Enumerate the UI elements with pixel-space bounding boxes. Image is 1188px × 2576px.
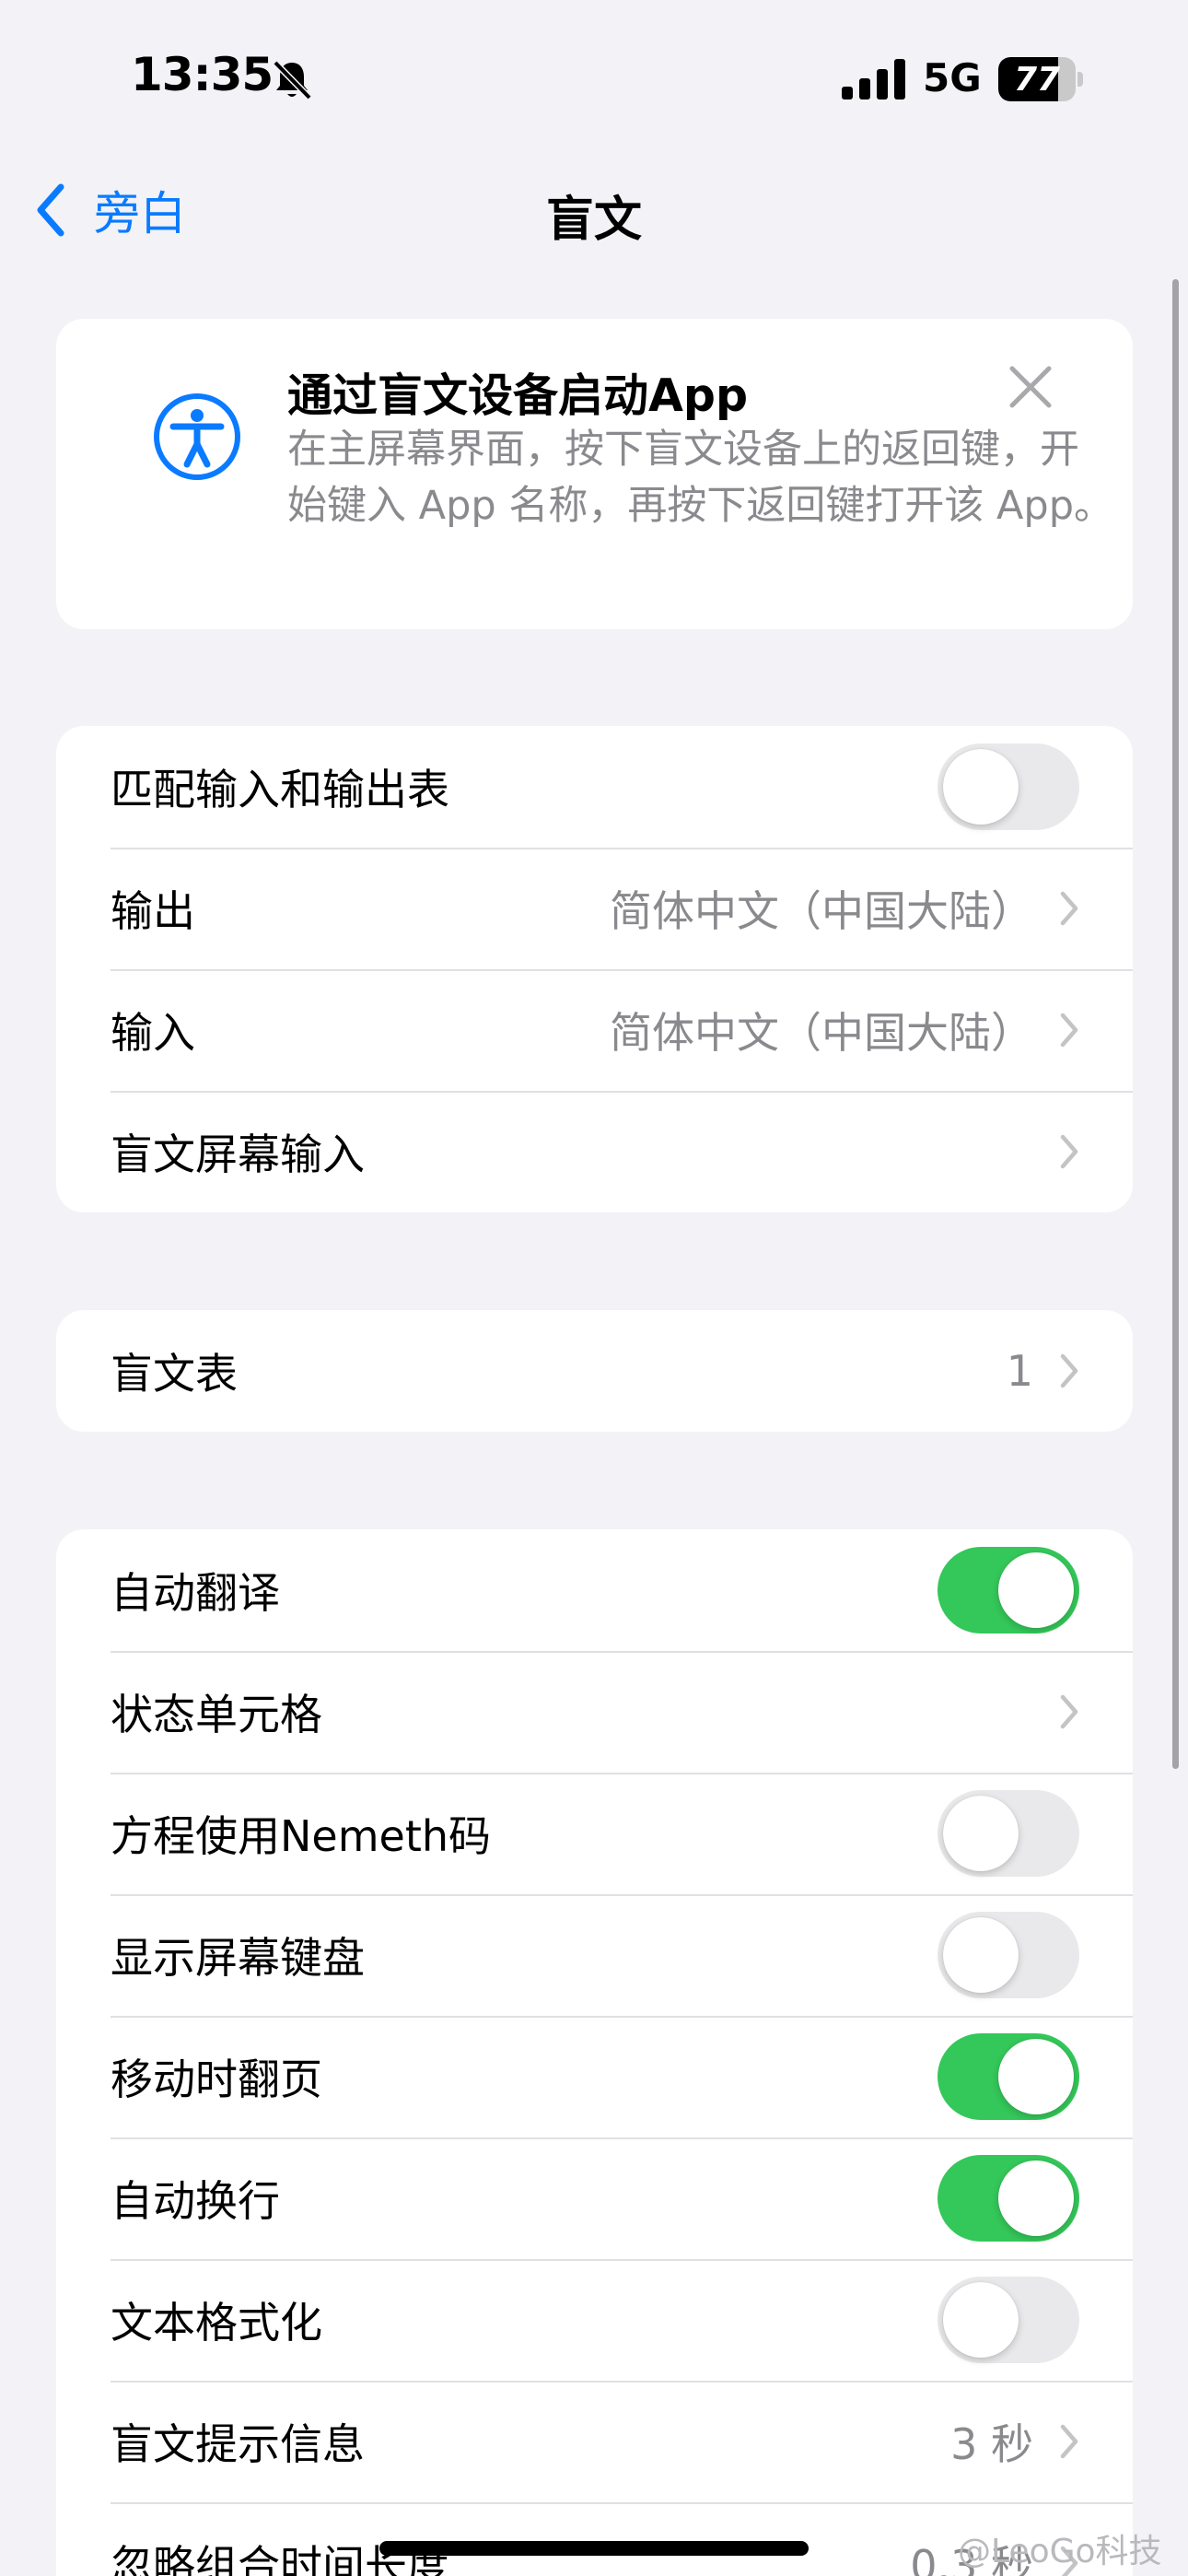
row-input[interactable]: 输入 简体中文（中国大陆）	[56, 969, 1133, 1091]
row-braille-tables[interactable]: 盲文表 1	[56, 1310, 1133, 1432]
auto-translate-toggle[interactable]	[938, 1547, 1079, 1633]
row-nemeth-code: 方程使用Nemeth码	[56, 1773, 1133, 1894]
braille-options-group: 自动翻译 状态单元格 方程使用Nemeth码 显示屏幕键盘 移动时翻页 自动换行…	[56, 1529, 1133, 2576]
row-auto-translate: 自动翻译	[56, 1529, 1133, 1651]
row-match-tables: 匹配输入和输出表	[56, 726, 1133, 848]
row-alert-messages[interactable]: 盲文提示信息 3 秒	[56, 2381, 1133, 2502]
banner-body: 在主屏幕界面，按下盲文设备上的返回键，开始键入 App 名称，再按下返回键打开该…	[287, 427, 1114, 529]
braille-table-group: 盲文表 1	[56, 1310, 1133, 1432]
battery-icon: 77	[998, 57, 1083, 101]
row-text-formatting: 文本格式化	[56, 2259, 1133, 2381]
battery-percentage: 77	[1013, 61, 1061, 99]
row-output[interactable]: 输出 简体中文（中国大陆）	[56, 848, 1133, 969]
row-value: 简体中文（中国大陆）	[610, 886, 1033, 936]
row-label: 盲文屏幕输入	[111, 1130, 365, 1179]
chevron-right-icon	[1060, 1694, 1078, 1729]
page-title: 盲文	[545, 193, 642, 248]
status-time: 13:35	[131, 48, 274, 101]
row-value: 3 秒	[950, 2419, 1033, 2469]
row-label: 文本格式化	[111, 2298, 322, 2348]
row-label: 盲文表	[111, 1349, 238, 1399]
row-braille-screen-input[interactable]: 盲文屏幕输入	[56, 1091, 1133, 1212]
row-label: 匹配输入和输出表	[111, 765, 449, 814]
banner-title: 通过盲文设备启动App	[287, 369, 749, 422]
turn-pages-toggle[interactable]	[938, 2033, 1079, 2120]
word-wrap-toggle[interactable]	[938, 2155, 1079, 2242]
row-label: 自动翻译	[111, 1568, 280, 1618]
accessibility-icon	[154, 393, 240, 480]
settings-screen: 13:35 5G 77 旁白 盲文 通过盲文设备启动App 在主屏幕界面，按下盲…	[0, 0, 1188, 2576]
cellular-signal-icon	[842, 59, 905, 100]
onscreen-keyboard-toggle[interactable]	[938, 1912, 1079, 1998]
home-indicator[interactable]	[379, 2541, 809, 2556]
chevron-right-icon	[1060, 1013, 1078, 1048]
row-label: 显示屏幕键盘	[111, 1933, 365, 1983]
nemeth-code-toggle[interactable]	[938, 1790, 1079, 1877]
row-label: 输入	[111, 1008, 195, 1058]
watermark: @LeoGo科技	[958, 2533, 1162, 2570]
text-formatting-toggle[interactable]	[938, 2277, 1079, 2363]
row-value: 1	[1006, 1346, 1033, 1396]
chevron-right-icon	[1060, 2424, 1078, 2459]
network-type: 5G	[923, 55, 982, 100]
chevron-right-icon	[1060, 891, 1078, 926]
row-turn-pages-when-panning: 移动时翻页	[56, 2016, 1133, 2137]
row-label: 移动时翻页	[111, 2055, 322, 2104]
row-label: 自动换行	[111, 2176, 280, 2226]
scrollbar[interactable]	[1172, 279, 1179, 1769]
tip-banner: 通过盲文设备启动App 在主屏幕界面，按下盲文设备上的返回键，开始键入 App …	[56, 319, 1133, 629]
row-label: 状态单元格	[111, 1690, 322, 1739]
silent-mode-icon	[273, 60, 312, 100]
match-tables-toggle[interactable]	[938, 744, 1079, 830]
io-table-group: 匹配输入和输出表 输出 简体中文（中国大陆） 输入 简体中文（中国大陆） 盲文屏…	[56, 726, 1133, 1212]
row-label: 盲文提示信息	[111, 2419, 365, 2469]
row-word-wrap: 自动换行	[56, 2137, 1133, 2259]
row-show-onscreen-keyboard: 显示屏幕键盘	[56, 1894, 1133, 2016]
row-status-cells[interactable]: 状态单元格	[56, 1651, 1133, 1773]
row-label: 方程使用Nemeth码	[111, 1811, 492, 1861]
row-value: 简体中文（中国大陆）	[610, 1008, 1033, 1058]
close-icon[interactable]	[1007, 363, 1054, 411]
chevron-right-icon	[1060, 1353, 1078, 1388]
row-label: 输出	[111, 886, 195, 936]
chevron-right-icon	[1060, 1134, 1078, 1169]
